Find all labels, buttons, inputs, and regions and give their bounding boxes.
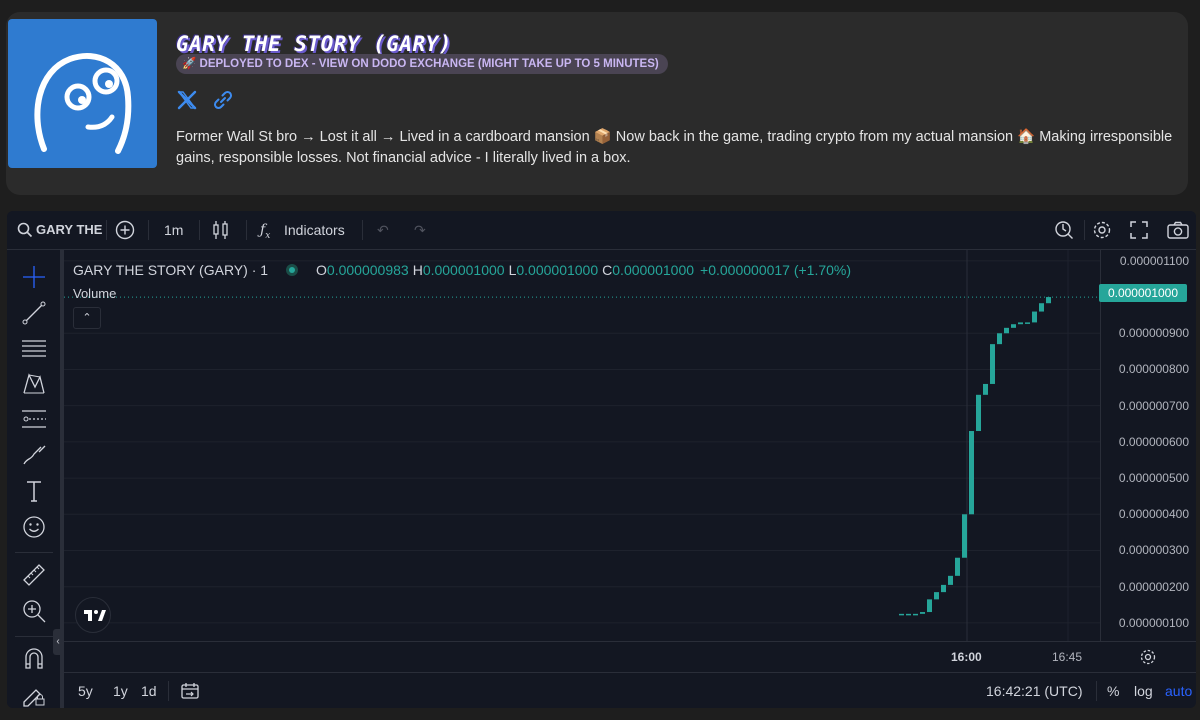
chart-widget: GARY THE 1m ƒx Indicators ↶ ↷ ‹ 0.000001…: [7, 211, 1196, 708]
legend-title: GARY THE STORY (GARY) · 1: [73, 262, 269, 278]
candle: [976, 394, 981, 432]
pattern-icon[interactable]: [21, 371, 47, 397]
candle: [1046, 297, 1051, 304]
zoom-in-icon[interactable]: [21, 598, 47, 624]
interval-button[interactable]: 1m: [164, 211, 183, 249]
percent-scale-toggle[interactable]: %: [1107, 673, 1119, 708]
fib-retracement-icon[interactable]: [21, 336, 47, 362]
quick-search-icon[interactable]: [1054, 211, 1074, 249]
camera-icon[interactable]: [1167, 211, 1189, 249]
collapse-legend-button[interactable]: ⌃: [73, 307, 101, 329]
chart-bottom-bar: 5y 1y 1d 16:42:21 (UTC) % log auto: [64, 672, 1196, 708]
legend-open-key: O: [316, 262, 327, 278]
legend-high-value: 0.000001000: [422, 262, 505, 278]
candle: [1018, 322, 1023, 325]
candle: [1011, 324, 1016, 328]
candle: [1032, 311, 1037, 323]
legend-high-key: H: [412, 262, 423, 278]
utc-clock[interactable]: 16:42:21 (UTC): [986, 673, 1082, 708]
legend-open-value: 0.000000983: [326, 262, 409, 278]
price-tick-label: 0.000000600: [1118, 434, 1189, 449]
range-1y[interactable]: 1y: [113, 673, 128, 708]
symbol-search-button[interactable]: GARY THE: [36, 211, 102, 249]
legend-close-value: 0.000001000: [612, 262, 695, 278]
market-status-icon: [286, 264, 299, 276]
candle: [920, 612, 925, 614]
candle: [899, 613, 904, 616]
compare-add-icon[interactable]: [115, 211, 135, 249]
fullscreen-icon[interactable]: [1130, 211, 1148, 249]
price-tick-label: 0.000000800: [1118, 362, 1189, 377]
settings-gear-icon[interactable]: [1092, 211, 1112, 249]
ghost-face-icon: [34, 52, 132, 154]
time-tick-label: 16:45: [1052, 650, 1083, 664]
price-scale[interactable]: 0.000001100 0.000000900 0.000000800 0.00000…: [1100, 250, 1196, 641]
chart-toolbar: GARY THE 1m ƒx Indicators ↶ ↷: [7, 211, 1196, 250]
redo-icon[interactable]: ↷: [414, 211, 426, 249]
candles-icon[interactable]: [212, 211, 230, 249]
emoji-icon[interactable]: [21, 514, 47, 540]
log-scale-toggle[interactable]: log: [1134, 673, 1153, 708]
candle: [990, 344, 995, 384]
legend-low-key: L: [508, 262, 517, 278]
token-description: Former Wall St bro → Lost it all → Lived…: [176, 129, 1173, 166]
price-tick-label: 0.000000900: [1118, 326, 1189, 341]
time-axis[interactable]: 16:00 16:45: [64, 641, 1196, 672]
candle: [1039, 303, 1044, 312]
candle: [934, 592, 939, 600]
legend-low-value: 0.000001000: [516, 262, 599, 278]
prediction-icon[interactable]: [21, 406, 47, 432]
price-chart-plot[interactable]: [64, 250, 1100, 641]
goto-date-icon[interactable]: [180, 673, 200, 708]
price-tick-label: 0.000001100: [1119, 253, 1189, 268]
price-tick-label: 0.000000500: [1118, 471, 1189, 486]
indicators-button[interactable]: Indicators: [284, 211, 345, 249]
candle: [906, 613, 911, 616]
undo-icon[interactable]: ↶: [377, 211, 389, 249]
candle: [948, 575, 953, 585]
token-title: GARY THE STORY (GARY): [176, 32, 453, 56]
legend-close-key: C: [602, 262, 613, 278]
price-tick-label: 0.000000100: [1118, 615, 1189, 630]
deploy-status-badge[interactable]: 🚀 DEPLOYED TO DEX - VIEW ON DODO EXCHANG…: [176, 54, 668, 74]
symbol-search-icon[interactable]: [17, 211, 33, 249]
candle: [941, 584, 946, 593]
price-tick-label: 0.000000700: [1118, 398, 1189, 413]
crosshair-icon[interactable]: [21, 264, 47, 290]
candle: [913, 613, 918, 616]
collapse-toolbar-handle[interactable]: ‹: [53, 629, 63, 655]
lock-drawings-icon[interactable]: [21, 682, 47, 708]
candle: [983, 383, 988, 395]
candle: [955, 557, 960, 576]
range-1d[interactable]: 1d: [141, 673, 157, 708]
link-icon[interactable]: [212, 89, 234, 111]
tradingview-logo-icon[interactable]: [75, 597, 111, 633]
x-icon[interactable]: [176, 89, 198, 111]
volume-label: Volume: [73, 286, 117, 301]
social-links: [176, 89, 234, 111]
magnet-icon[interactable]: [21, 646, 47, 672]
candle: [962, 514, 967, 558]
auto-scale-toggle[interactable]: auto: [1165, 673, 1192, 708]
time-tick-label: 16:00: [951, 650, 982, 664]
trend-line-icon[interactable]: [21, 300, 47, 326]
ruler-icon[interactable]: [21, 562, 47, 588]
price-tick-label: 0.000000300: [1118, 543, 1189, 558]
price-tick-label: 0.000000400: [1118, 507, 1189, 522]
fx-icon[interactable]: ƒx: [260, 211, 270, 249]
last-price-tag: 0.000001000: [1099, 284, 1187, 302]
candle: [1025, 322, 1030, 324]
candle: [997, 333, 1002, 345]
brush-icon[interactable]: [21, 442, 47, 468]
legend-change: +0.000000017 (+1.70%): [700, 262, 852, 278]
range-5y[interactable]: 5y: [78, 673, 93, 708]
candle: [927, 599, 932, 613]
candle: [1004, 327, 1009, 334]
price-tick-label: 0.000000200: [1118, 579, 1189, 594]
token-avatar: [8, 19, 157, 168]
time-axis-settings-icon[interactable]: [1139, 648, 1157, 671]
chart-legend: GARY THE STORY (GARY) · 1 O 0.000000983 …: [73, 262, 851, 278]
text-tool-icon[interactable]: [21, 478, 47, 504]
candle: [969, 431, 974, 515]
